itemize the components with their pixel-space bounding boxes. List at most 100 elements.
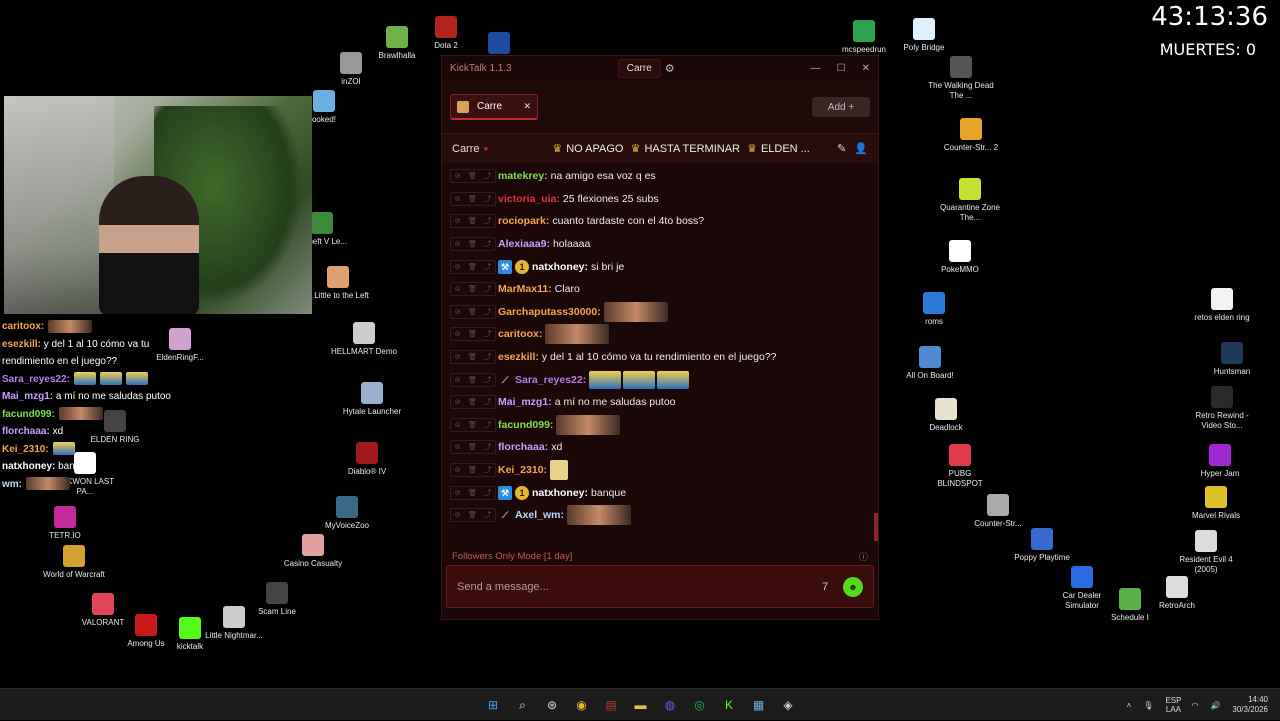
mod-action-icon[interactable]: 🗑	[468, 489, 477, 497]
chat-username[interactable]: natxhoney:	[532, 261, 588, 273]
chat-username[interactable]: victoria_uia:	[498, 193, 560, 205]
close-icon[interactable]: ✕	[862, 63, 870, 74]
mod-action-icon[interactable]: ⤴	[484, 239, 491, 249]
mod-action-icon[interactable]: 🗑	[468, 240, 477, 248]
mod-action-icon[interactable]: 🗑	[468, 217, 477, 225]
mod-action-icon[interactable]: ⊘	[455, 240, 461, 248]
chat-message[interactable]: ⊘ 🗑 ⤴ matekrey: na amigo esa voz q es	[450, 165, 878, 188]
mod-actions[interactable]: ⊘ 🗑 ⤴	[450, 214, 496, 229]
mod-action-icon[interactable]: ⊘	[455, 489, 461, 497]
chat-username[interactable]: MarMax11:	[498, 283, 552, 295]
desktop-icon[interactable]: RetroArch	[1142, 576, 1212, 611]
kick-emote-icon[interactable]: ☻	[843, 576, 863, 597]
desktop-icon[interactable]: World of Warcraft	[39, 545, 109, 580]
mod-actions[interactable]: ⊘ 🗑 ⤴	[450, 191, 496, 206]
mod-actions[interactable]: ⊘ 🗑 ⤴	[450, 169, 496, 184]
mod-actions[interactable]: ⊘ 🗑 ⤴	[450, 463, 496, 478]
chat-username[interactable]: Axel_wm:	[515, 509, 564, 521]
chat-username[interactable]: Sara_reyes22:	[515, 374, 586, 386]
desktop-icon[interactable]: Retro Rewind - Video Sto...	[1187, 386, 1257, 431]
mod-action-icon[interactable]: ⊘	[455, 421, 461, 429]
mod-action-icon[interactable]: ⊘	[455, 285, 461, 293]
mod-action-icon[interactable]: ⤴	[484, 307, 491, 317]
desktop-icon[interactable]: Little Nightmar...	[199, 606, 269, 641]
wifi-icon[interactable]: ◠	[1191, 701, 1198, 710]
mod-actions[interactable]: ⊘ 🗑 ⤴	[450, 372, 496, 387]
mod-action-icon[interactable]: ⤴	[484, 442, 491, 452]
desktop-icon[interactable]: TETR.IO	[30, 506, 100, 541]
mod-action-icon[interactable]: ⊘	[455, 172, 461, 180]
mod-action-icon[interactable]: ⤴	[484, 488, 491, 498]
mod-action-icon[interactable]: ⤴	[484, 329, 491, 339]
desktop-icon[interactable]: PUBG BLINDSPOT	[925, 444, 995, 489]
chat-username[interactable]: Kei_2310:	[498, 464, 547, 476]
desktop-icon[interactable]: PokeMMO	[925, 240, 995, 275]
desktop-icon[interactable]: Hyper Jam	[1185, 444, 1255, 479]
desktop-icon[interactable]: Counter-Str...	[963, 494, 1033, 529]
mod-action-icon[interactable]: ⤴	[484, 216, 491, 226]
mod-actions[interactable]: ⊘ 🗑 ⤴	[450, 259, 496, 274]
clock[interactable]: 14:40 30/3/2026	[1232, 695, 1268, 715]
language-indicator[interactable]: ESP LAA	[1165, 696, 1181, 714]
chat-username[interactable]: caritoox:	[498, 328, 542, 340]
mod-action-icon[interactable]: ⤴	[484, 194, 491, 204]
mod-action-icon[interactable]: ⊘	[455, 217, 461, 225]
desktop-icon[interactable]: Counter-Str... 2	[936, 118, 1006, 153]
mod-actions[interactable]: ⊘ 🗑 ⤴	[450, 485, 496, 500]
minimize-icon[interactable]: —	[811, 63, 821, 74]
mod-action-icon[interactable]: ⊘	[455, 330, 461, 338]
media-icon[interactable]: ▤	[600, 694, 622, 716]
mod-action-icon[interactable]: 🗑	[468, 376, 477, 384]
mod-action-icon[interactable]: 🗑	[468, 353, 477, 361]
desktop-icon[interactable]: Quarantine Zone The...	[935, 178, 1005, 223]
chat-message[interactable]: ⊘ 🗑 ⤴ Alexiaaa9: holaaaa	[450, 233, 878, 256]
pin-icon[interactable]: ✎	[837, 142, 846, 155]
tab-close-icon[interactable]: ✕	[523, 101, 531, 112]
mod-actions[interactable]: ⊘ 🗑 ⤴	[450, 304, 496, 319]
windows-icon[interactable]: ⊞	[482, 694, 504, 716]
chat-message[interactable]: ⊘ 🗑 ⤴ Kei_2310:	[450, 459, 878, 482]
kick-icon[interactable]: K	[718, 694, 740, 716]
mod-action-icon[interactable]: ⊘	[455, 376, 461, 384]
mod-actions[interactable]: ⊘ 🗑 ⤴	[450, 440, 496, 455]
7tv-emote-icon[interactable]: 7	[815, 577, 835, 597]
mod-action-icon[interactable]: 🗑	[468, 308, 477, 316]
chat-username[interactable]: matekrey:	[498, 170, 548, 182]
notepad-icon[interactable]: ▦	[748, 694, 770, 716]
mod-action-icon[interactable]: ⤴	[484, 262, 491, 272]
desktop-icon[interactable]: Resident Evil 4 (2005)	[1171, 530, 1241, 575]
mod-action-icon[interactable]: ⤴	[484, 420, 491, 430]
mod-actions[interactable]: ⊘ 🗑 ⤴	[450, 508, 496, 523]
spotify-icon[interactable]: ◎	[689, 694, 711, 716]
mod-action-icon[interactable]: ⊘	[455, 263, 461, 271]
desktop-icon[interactable]: Poly Bridge	[889, 18, 959, 53]
info-icon[interactable]: ⓘ	[859, 550, 868, 563]
add-channel-button[interactable]: Add +	[812, 97, 870, 117]
mod-action-icon[interactable]: ⤴	[484, 375, 491, 385]
desktop-icon[interactable]: Deadlock	[911, 398, 981, 433]
mod-actions[interactable]: ⊘ 🗑 ⤴	[450, 237, 496, 252]
microphone-icon[interactable]: 🎙	[1143, 701, 1153, 710]
desktop-icon[interactable]: Diablo® IV	[332, 442, 402, 477]
chat-message[interactable]: ⊘ 🗑 ⤴ Garchaputass30000:	[450, 301, 878, 324]
chat-message[interactable]: ⊘ 🗑 ⤴ caritoox:	[450, 323, 878, 346]
mod-action-icon[interactable]: 🗑	[468, 421, 477, 429]
mod-action-icon[interactable]: ⊘	[455, 353, 461, 361]
mod-action-icon[interactable]: ⊘	[455, 398, 461, 406]
desktop-icon[interactable]: Poppy Playtime	[1007, 528, 1077, 563]
desktop-icon[interactable]: All On Board!	[895, 346, 965, 381]
chat-username[interactable]: facund099:	[498, 419, 553, 431]
mod-action-icon[interactable]: ⤴	[484, 284, 491, 294]
discord-icon[interactable]: ◍	[659, 694, 681, 716]
message-input-box[interactable]: 7 ☻	[446, 565, 874, 608]
desktop-icon[interactable]: Casino Casualty	[278, 534, 348, 569]
mod-action-icon[interactable]: 🗑	[468, 443, 477, 451]
mod-actions[interactable]: ⊘ 🗑 ⤴	[450, 282, 496, 297]
mod-action-icon[interactable]: 🗑	[468, 330, 477, 338]
mod-action-icon[interactable]: ⊘	[455, 443, 461, 451]
desktop-icon[interactable]: The Walking Dead The ...	[926, 56, 996, 101]
mod-action-icon[interactable]: 🗑	[468, 172, 477, 180]
chat-username[interactable]: Alexiaaa9:	[498, 238, 550, 250]
mod-action-icon[interactable]: 🗑	[468, 263, 477, 271]
chat-message[interactable]: ⊘ 🗑 ⤴ rociopark: cuanto tardaste con el 4to …	[450, 210, 878, 233]
